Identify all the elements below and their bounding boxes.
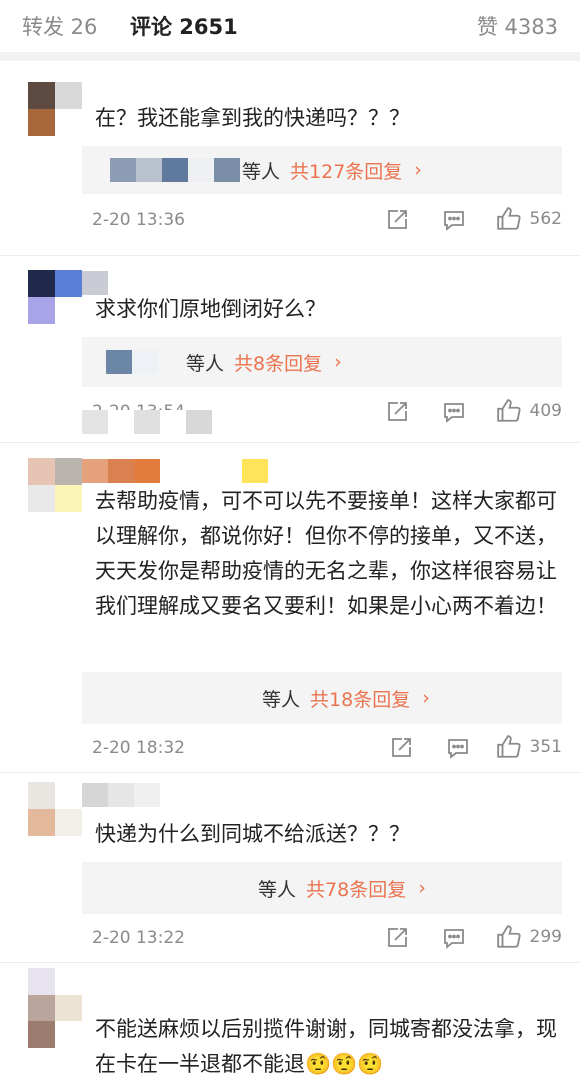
comment-meta: 2-20 13:22 299 (92, 924, 562, 954)
chevron-right-icon: › (418, 877, 426, 899)
avatar[interactable] (28, 270, 82, 324)
comment-time: 2-20 13:36 (92, 210, 185, 230)
comment-meta: 2-20 18:32 351 (92, 734, 562, 764)
like-count: 562 (529, 209, 562, 229)
like-count: 409 (529, 401, 562, 421)
chevron-right-icon: › (334, 351, 342, 373)
comment-time: 2-20 13:22 (92, 928, 185, 948)
username-mosaic (82, 459, 160, 483)
reply-users: 等人 (258, 878, 297, 901)
reply-users: 等人 (262, 688, 301, 711)
username-mosaic (106, 350, 184, 374)
divider (0, 962, 580, 963)
avatar[interactable] (28, 968, 82, 1048)
tab-reposts[interactable]: 转发 26 (22, 11, 97, 41)
reply-summary[interactable]: 等人 共18条回复 › (82, 672, 562, 724)
like-count: 299 (529, 927, 562, 947)
like-button[interactable]: 409 (496, 398, 562, 424)
comment-icon[interactable] (446, 736, 470, 760)
chevron-right-icon: › (422, 687, 430, 709)
share-icon[interactable] (389, 736, 413, 760)
divider (0, 255, 580, 256)
divider (0, 442, 580, 443)
like-button[interactable]: 351 (496, 734, 562, 760)
reply-count-link[interactable]: 共127条回复 (290, 157, 402, 184)
reply-summary[interactable]: 等人 共8条回复 › (82, 337, 562, 387)
username-mosaic (82, 410, 212, 434)
comment-tab-bar: 转发 26 评论 2651 赞 4383 (0, 0, 580, 52)
share-icon[interactable] (385, 926, 409, 950)
chevron-right-icon: › (414, 159, 422, 181)
username-mosaic (242, 459, 268, 483)
comment-icon[interactable] (442, 926, 466, 950)
like-count: 351 (529, 737, 562, 757)
reply-summary[interactable]: 等人 共78条回复 › (82, 862, 562, 914)
divider (0, 772, 580, 773)
avatar[interactable] (28, 458, 82, 512)
thumb-up-icon (496, 925, 521, 948)
comment-text: 快递为什么到同城不给派送？？？ (95, 822, 410, 846)
tab-likes[interactable]: 赞 4383 (477, 11, 558, 41)
like-button[interactable]: 299 (496, 924, 562, 950)
share-icon[interactable] (385, 400, 409, 424)
reply-count-link[interactable]: 共8条回复 (234, 349, 322, 376)
reply-summary[interactable]: 等人 共127条回复 › (82, 146, 562, 194)
tab-divider (0, 52, 580, 61)
thumb-up-icon (496, 735, 521, 758)
reply-count-link[interactable]: 共78条回复 (306, 875, 406, 902)
comment-meta: 2-20 13:36 562 (92, 206, 562, 236)
comment-text: 去帮助疫情，可不可以先不要接单！这样大家都可以理解你，都说你好！但你不停的接单，… (95, 489, 557, 618)
username-mosaic (110, 158, 240, 182)
comment-text: 在？我还能拿到我的快递吗？？？ (95, 106, 410, 130)
comment-icon[interactable] (442, 400, 466, 424)
reply-users: 等人 (242, 160, 281, 183)
comment-icon[interactable] (442, 208, 466, 232)
like-button[interactable]: 562 (496, 206, 562, 232)
username-mosaic (82, 271, 108, 295)
comment-text: 不能送麻烦以后别揽件谢谢，同城寄都没法拿，现在卡在一半退都不能退🤨🤨🤨 (95, 1017, 557, 1076)
tab-comments[interactable]: 评论 2651 (130, 11, 238, 41)
avatar[interactable] (28, 82, 82, 136)
comment-time: 2-20 18:32 (92, 738, 185, 758)
reply-users: 等人 (186, 352, 225, 375)
reply-count-link[interactable]: 共18条回复 (310, 685, 410, 712)
username-mosaic (82, 783, 160, 807)
comment-text: 求求你们原地倒闭好么？ (95, 297, 326, 321)
thumb-up-icon (496, 399, 521, 422)
avatar[interactable] (28, 782, 82, 836)
share-icon[interactable] (385, 208, 409, 232)
thumb-up-icon (496, 207, 521, 230)
